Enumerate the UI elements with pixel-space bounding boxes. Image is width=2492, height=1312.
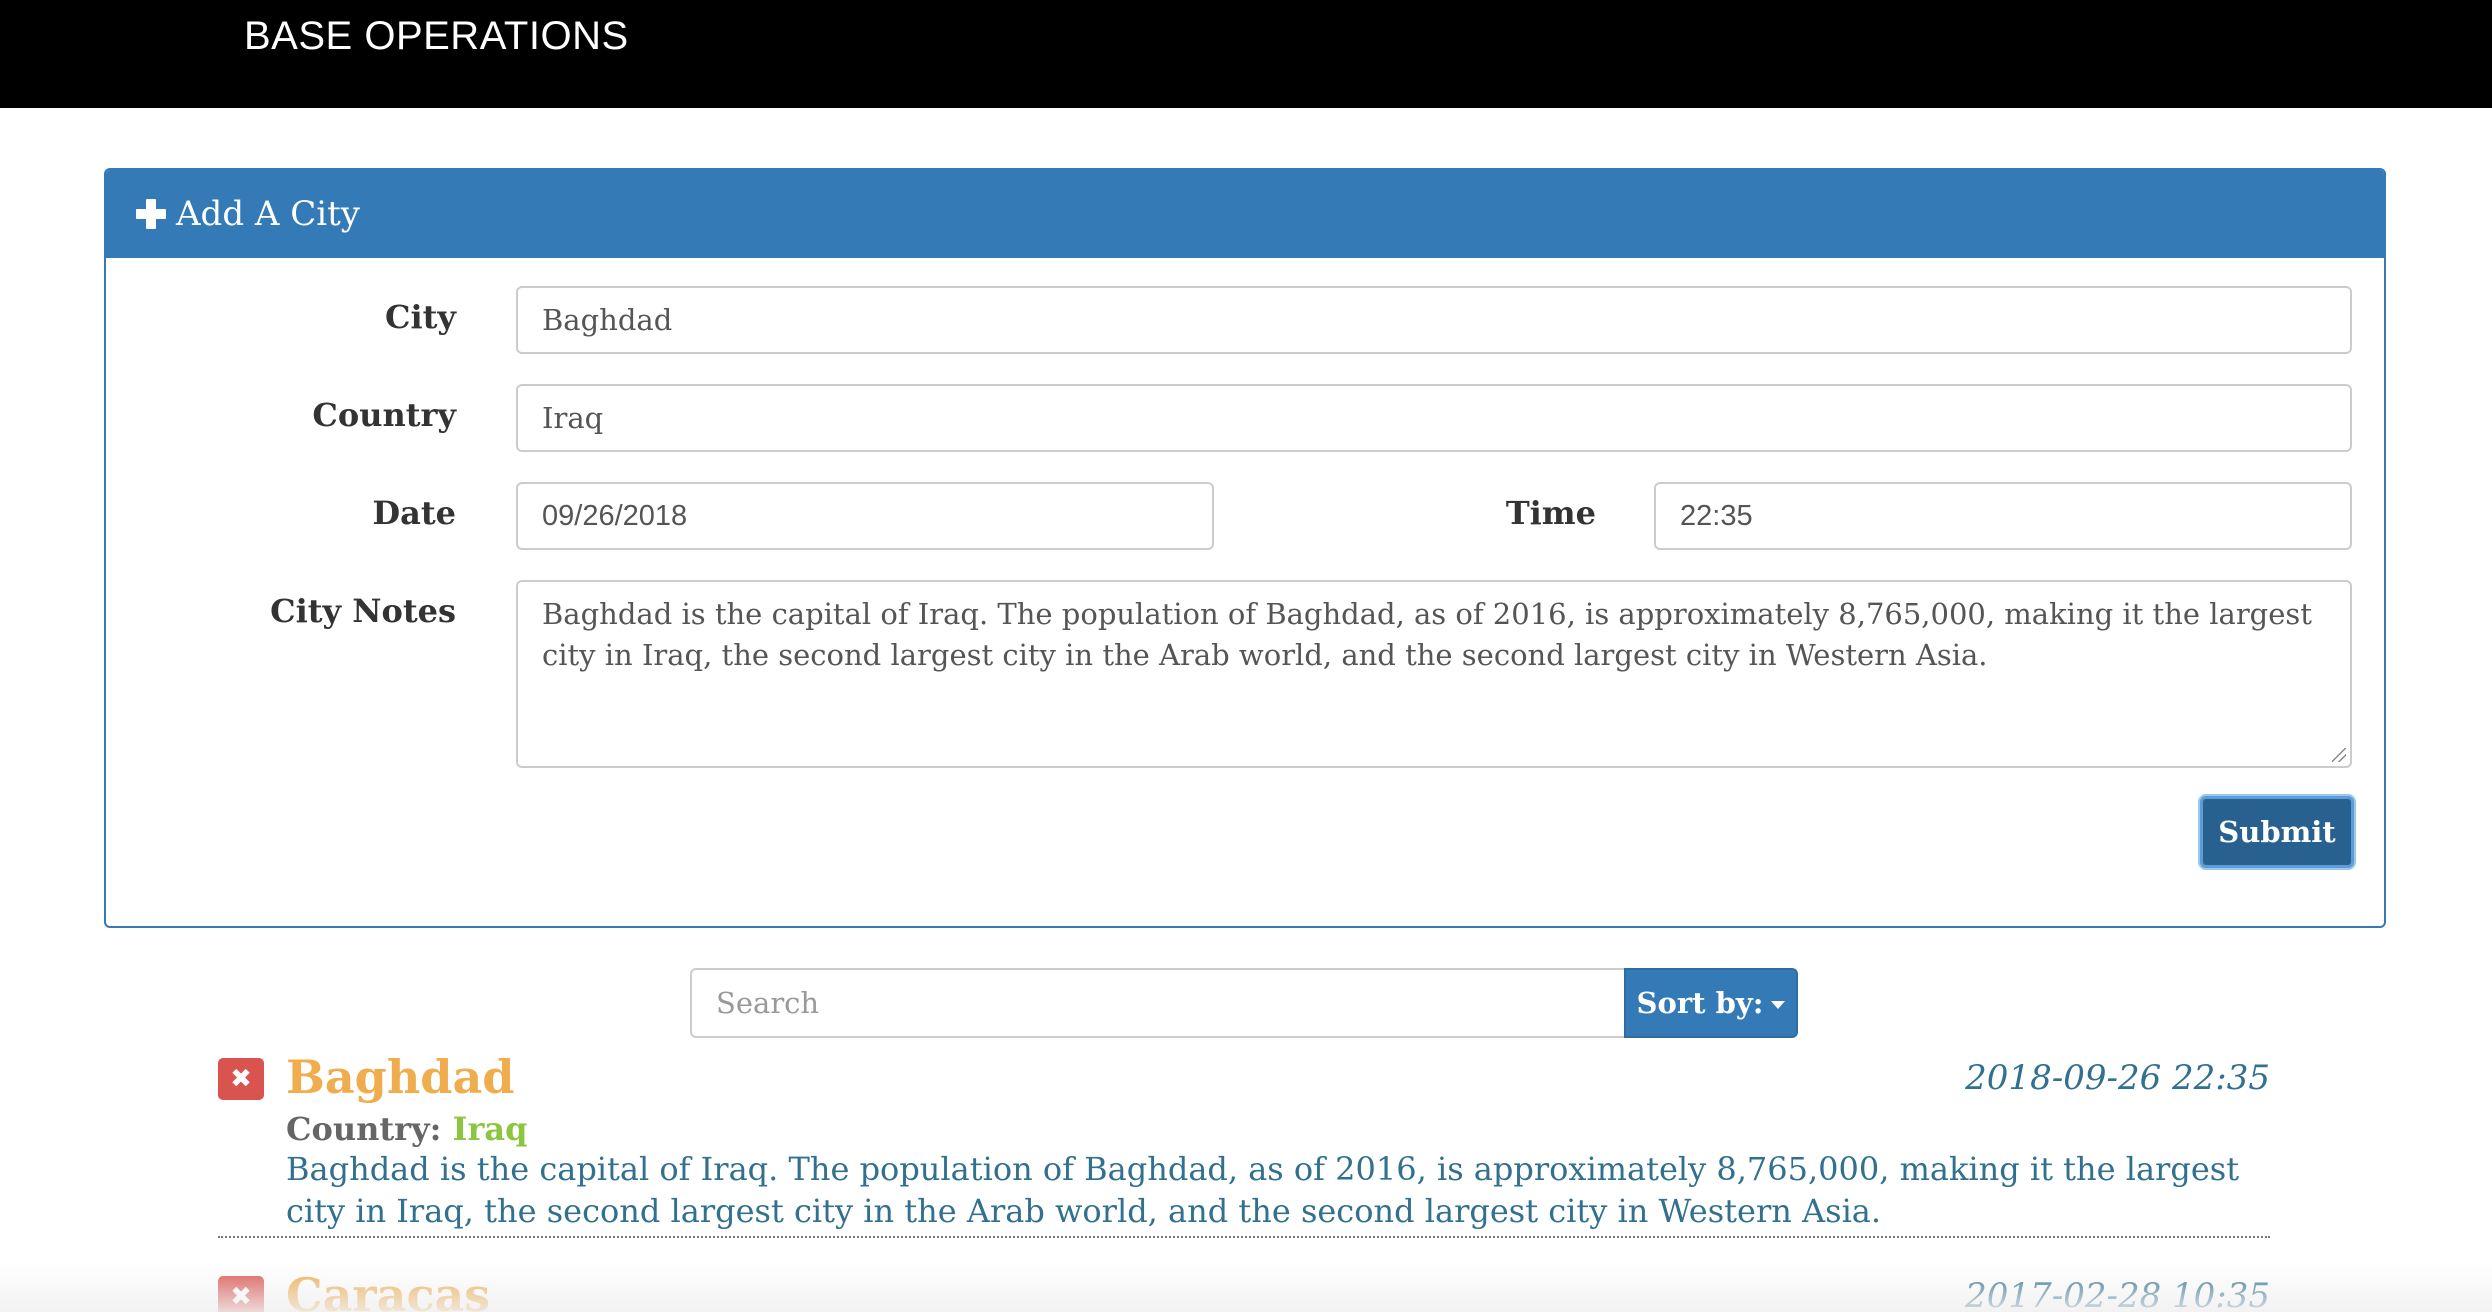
delete-button[interactable]: ✖	[218, 1276, 264, 1312]
city-label: City	[385, 298, 456, 336]
date-label: Date	[372, 494, 456, 532]
country-input[interactable]: Iraq	[516, 384, 2352, 452]
country-label: Country	[312, 396, 456, 434]
search-placeholder: Search	[716, 986, 820, 1020]
brand-title[interactable]: BASE OPERATIONS	[244, 14, 629, 59]
city-notes: Baghdad is the capital of Iraq. The popu…	[286, 1150, 2240, 1230]
close-icon: ✖	[230, 1282, 252, 1312]
city-datetime: 2017-02-28 10:35	[1965, 1276, 2270, 1312]
sort-by-label: Sort by:	[1636, 986, 1764, 1020]
city-name: Caracas	[286, 1268, 491, 1312]
sort-by-button[interactable]: Sort by:	[1624, 968, 1798, 1038]
panel-heading: Add A City	[106, 170, 2384, 258]
city-list-item: ✖ Baghdad 2018-09-26 22:35 Country: Iraq…	[218, 1050, 2270, 1248]
submit-button[interactable]: Submit	[2200, 796, 2354, 868]
city-list-item: ✖ Caracas 2017-02-28 10:35	[218, 1268, 2270, 1312]
country-label: Country:	[286, 1110, 442, 1148]
city-notes-text: Baghdad is the capital of Iraq. The popu…	[542, 597, 2312, 672]
time-input[interactable]: 22:35	[1654, 482, 2352, 550]
city-notes-textarea[interactable]: Baghdad is the capital of Iraq. The popu…	[516, 580, 2352, 768]
panel-title: Add A City	[176, 194, 361, 234]
city-input[interactable]: Baghdad	[516, 286, 2352, 354]
country-value: Iraq	[452, 1110, 528, 1148]
time-label: Time	[1505, 494, 1596, 532]
search-input[interactable]: Search	[690, 968, 1624, 1038]
top-navbar: BASE OPERATIONS	[0, 0, 2492, 108]
caret-down-icon	[1771, 1001, 1786, 1009]
plus-icon	[136, 199, 166, 229]
city-notes-label: City Notes	[270, 592, 456, 630]
delete-button[interactable]: ✖	[218, 1058, 264, 1100]
city-datetime: 2018-09-26 22:35	[1965, 1058, 2270, 1098]
country-line: Country: Iraq	[286, 1110, 527, 1148]
city-name: Baghdad	[286, 1050, 515, 1104]
date-input[interactable]: 09/26/2018	[516, 482, 1214, 550]
resize-handle-icon[interactable]	[2332, 748, 2346, 762]
close-icon: ✖	[230, 1064, 252, 1094]
divider	[218, 1236, 2270, 1238]
